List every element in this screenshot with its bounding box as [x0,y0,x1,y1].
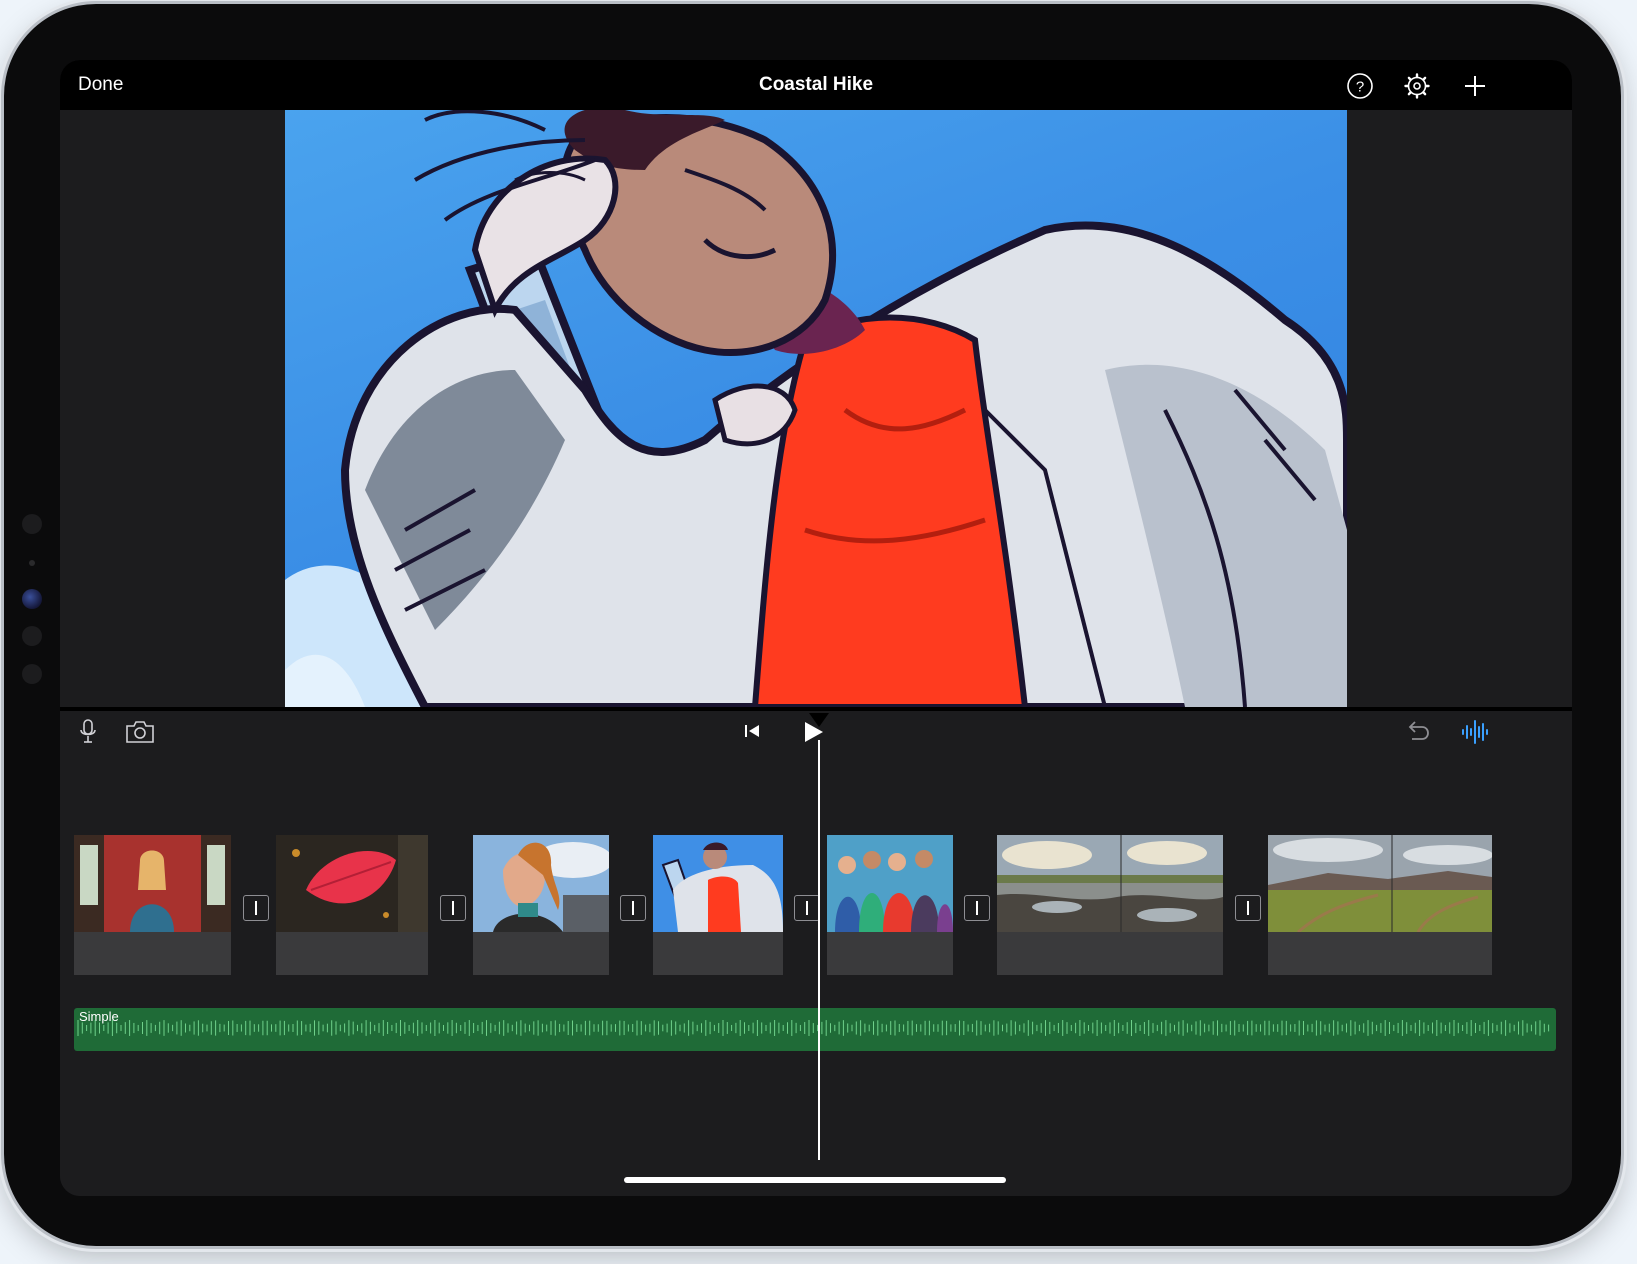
video-viewer[interactable] [60,110,1572,707]
video-clip[interactable] [74,835,231,975]
clip-thumbnail [653,835,783,932]
audio-track[interactable]: Simple [74,1008,1556,1051]
plus-icon[interactable] [1461,72,1489,100]
video-clip[interactable] [997,835,1223,975]
side-sensor [22,664,42,684]
imovie-screen: Done Coastal Hike ? Simple [60,60,1572,1196]
clip-thumbnail [1268,835,1492,932]
video-clip[interactable] [827,835,953,975]
clip-thumbnail [997,835,1223,932]
playhead[interactable] [818,740,820,1160]
side-sensor-dot [29,560,35,566]
video-clip[interactable] [653,835,783,975]
camera-icon[interactable] [124,718,156,746]
transition-button[interactable] [440,895,466,921]
transition-button[interactable] [964,895,990,921]
front-camera [22,589,42,609]
skip-to-start-icon[interactable] [741,718,763,744]
video-clip[interactable] [473,835,609,975]
microphone-icon[interactable] [76,718,100,746]
help-circle-icon[interactable]: ? [1346,72,1374,100]
gear-icon[interactable] [1403,72,1431,100]
clip-thumbnail [276,835,428,932]
video-frame [285,110,1347,707]
transition-button[interactable] [794,895,820,921]
play-icon[interactable] [800,718,826,746]
side-sensor [22,514,42,534]
video-clip[interactable] [276,835,428,975]
home-indicator[interactable] [624,1177,1006,1183]
transition-button[interactable] [1235,895,1261,921]
side-sensor [22,626,42,646]
clip-thumbnail [827,835,953,932]
video-clip[interactable] [1268,835,1492,975]
svg-text:?: ? [1356,79,1364,96]
audio-waveform-icon[interactable] [1460,718,1490,746]
comic-effect-preview [285,110,1347,707]
clip-thumbnail [74,835,231,932]
clip-thumbnail [473,835,609,932]
audio-waveform [77,1020,1550,1036]
transition-button[interactable] [620,895,646,921]
transition-button[interactable] [243,895,269,921]
top-bar: Done Coastal Hike ? [60,60,1572,110]
ipad-device: Done Coastal Hike ? Simple [4,4,1621,1246]
undo-icon[interactable] [1402,718,1432,746]
